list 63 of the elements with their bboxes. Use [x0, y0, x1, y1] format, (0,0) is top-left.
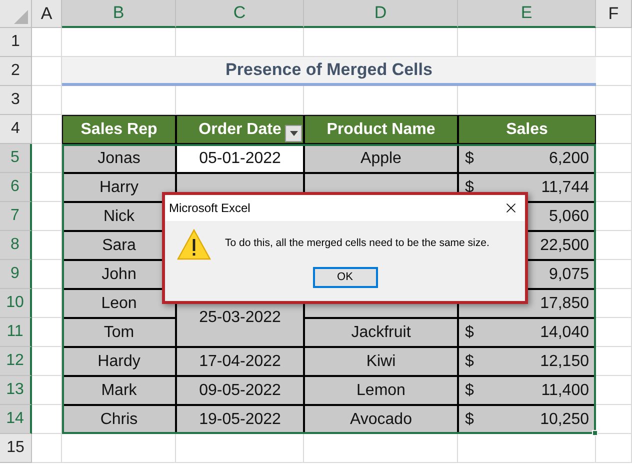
column-header[interactable]: C — [176, 0, 304, 28]
row-header[interactable]: 6 — [0, 173, 32, 202]
sales-amount: 5,060 — [548, 206, 589, 226]
row-header[interactable]: 7 — [0, 202, 32, 231]
currency-symbol: $ — [465, 178, 474, 198]
table-cell: Apple — [304, 144, 458, 173]
table-cell: Hardy — [62, 347, 176, 376]
header-label: Product Name — [326, 120, 436, 140]
row-header[interactable]: 4 — [0, 115, 32, 144]
header-label: Sales — [506, 120, 548, 140]
column-header[interactable]: F — [596, 0, 632, 28]
filter-dropdown-button[interactable] — [285, 125, 302, 142]
row-header[interactable]: 10 — [0, 289, 32, 318]
header-label: Sales Rep — [80, 120, 158, 140]
warning-icon — [177, 228, 211, 260]
dialog-message: To do this, all the merged cells need to be the same size. — [225, 236, 490, 252]
sales-amount: 10,250 — [540, 410, 589, 430]
table-cell: Harry — [62, 173, 176, 202]
table-cell: Avocado — [304, 405, 458, 434]
sheet-title: Presence of Merged Cells — [62, 57, 596, 86]
currency-symbol: $ — [465, 352, 474, 372]
row-header[interactable]: 2 — [0, 57, 32, 86]
currency-symbol: $ — [465, 410, 474, 430]
sales-amount: 12,150 — [540, 352, 589, 372]
column-header[interactable]: E — [458, 0, 596, 28]
table-cell: 19-05-2022 — [176, 405, 304, 434]
table-cell: Mark — [62, 376, 176, 405]
table-cell: 05-01-2022 — [176, 144, 304, 173]
row-header[interactable]: 13 — [0, 376, 32, 405]
sales-amount: 6,200 — [548, 148, 589, 168]
table-cell: Jonas — [62, 144, 176, 173]
column-header[interactable]: A — [32, 0, 62, 28]
table-cell: Tom — [62, 318, 176, 347]
table-cell: Leon — [62, 289, 176, 318]
ok-button[interactable]: OK — [312, 267, 378, 288]
table-cell: Chris — [62, 405, 176, 434]
header-label: Order Date — [198, 120, 282, 140]
sales-amount: 14,040 — [540, 322, 589, 342]
sales-amount: 17,850 — [540, 294, 589, 314]
sales-amount: 11,400 — [541, 380, 589, 400]
row-header[interactable]: 9 — [0, 260, 32, 289]
currency-symbol: $ — [465, 322, 474, 342]
table-cell: 09-05-2022 — [176, 376, 304, 405]
row-header[interactable]: 15 — [0, 434, 32, 463]
column-header[interactable]: B — [62, 0, 176, 28]
currency-symbol: $ — [465, 380, 474, 400]
row-header[interactable]: 1 — [0, 28, 32, 57]
row-header[interactable]: 12 — [0, 347, 32, 376]
sales-amount: 11,744 — [541, 178, 589, 198]
table-cell: Lemon — [304, 376, 458, 405]
row-header[interactable]: 5 — [0, 144, 32, 173]
table-cell: Kiwi — [304, 347, 458, 376]
currency-symbol: $ — [465, 148, 474, 168]
row-header[interactable]: 14 — [0, 405, 32, 434]
caret-icon — [290, 131, 298, 136]
sales-amount: 9,075 — [548, 264, 589, 284]
table-cell: Jackfruit — [304, 318, 458, 347]
sales-amount: 22,500 — [540, 236, 589, 256]
column-header[interactable]: D — [304, 0, 458, 28]
row-header[interactable]: 8 — [0, 231, 32, 260]
row-header[interactable]: 3 — [0, 86, 32, 115]
table-cell: 17-04-2022 — [176, 347, 304, 376]
row-header[interactable]: 11 — [0, 318, 32, 347]
